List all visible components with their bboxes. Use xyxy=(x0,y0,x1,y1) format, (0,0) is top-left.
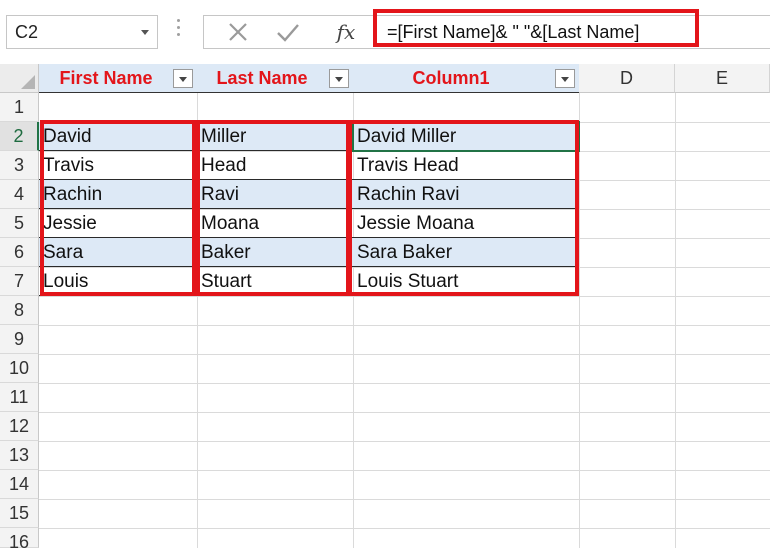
formula-bar-buttons: fx xyxy=(203,15,367,49)
row-header-16[interactable]: 16 xyxy=(0,528,39,548)
table-cell[interactable]: Rachin Ravi xyxy=(353,180,579,209)
select-all-corner[interactable] xyxy=(0,64,39,93)
row-header-1[interactable]: 1 xyxy=(0,93,39,122)
row-header-5[interactable]: 5 xyxy=(0,209,39,238)
table-header-last-name[interactable]: Last Name xyxy=(197,64,353,93)
table-cell[interactable]: Louis xyxy=(39,267,197,296)
table-cell[interactable]: Ravi xyxy=(197,180,353,209)
header-label: Last Name xyxy=(216,68,308,88)
row-header-2[interactable]: 2 xyxy=(0,122,39,151)
formula-bar-resize-handle[interactable] xyxy=(176,19,180,43)
table-cell[interactable]: Jessie Moana xyxy=(353,209,579,238)
row-header-10[interactable]: 10 xyxy=(0,354,39,383)
row-header-11[interactable]: 11 xyxy=(0,383,39,412)
table-cell[interactable]: David xyxy=(39,122,197,151)
table-header-first-name[interactable]: First Name xyxy=(39,64,197,93)
table-cell[interactable]: Louis Stuart xyxy=(353,267,579,296)
table-cell[interactable]: Baker xyxy=(197,238,353,267)
table-cell[interactable]: Miller xyxy=(197,122,353,151)
formula-input[interactable]: =[First Name]& " "&[Last Name] xyxy=(367,15,770,49)
spreadsheet-grid[interactable]: A B C D E 1 2 3 4 5 6 7 8 9 10 11 12 13 … xyxy=(0,64,770,548)
table-cell[interactable]: Stuart xyxy=(197,267,353,296)
table-cell[interactable]: Moana xyxy=(197,209,353,238)
row-header-4[interactable]: 4 xyxy=(0,180,39,209)
table-cell[interactable]: Jessie xyxy=(39,209,197,238)
row-header-3[interactable]: 3 xyxy=(0,151,39,180)
table-cell[interactable]: Sara xyxy=(39,238,197,267)
check-icon[interactable] xyxy=(268,16,308,48)
name-box[interactable]: C2 xyxy=(6,15,158,49)
header-label: First Name xyxy=(59,68,153,88)
table-cell[interactable]: Travis Head xyxy=(353,151,579,180)
row-header-14[interactable]: 14 xyxy=(0,470,39,499)
fx-icon[interactable]: fx xyxy=(328,16,364,48)
filter-dropdown-icon[interactable] xyxy=(555,69,575,88)
table-header-column1[interactable]: Column1 xyxy=(353,64,579,93)
row-header-13[interactable]: 13 xyxy=(0,441,39,470)
header-label: Column1 xyxy=(412,68,490,88)
name-box-value: C2 xyxy=(15,22,39,42)
row-header-15[interactable]: 15 xyxy=(0,499,39,528)
chevron-down-icon[interactable] xyxy=(141,30,149,35)
table-cell[interactable]: David Miller xyxy=(353,122,579,151)
table-cell[interactable]: Sara Baker xyxy=(353,238,579,267)
row-header-9[interactable]: 9 xyxy=(0,325,39,354)
column-header-e[interactable]: E xyxy=(675,64,770,93)
table-cell[interactable]: Rachin xyxy=(39,180,197,209)
row-header-6[interactable]: 6 xyxy=(0,238,39,267)
filter-dropdown-icon[interactable] xyxy=(329,69,349,88)
formula-text: =[First Name]& " "&[Last Name] xyxy=(387,22,640,42)
close-icon[interactable] xyxy=(218,16,258,48)
row-header-8[interactable]: 8 xyxy=(0,296,39,325)
row-header-7[interactable]: 7 xyxy=(0,267,39,296)
filter-dropdown-icon[interactable] xyxy=(173,69,193,88)
row-header-12[interactable]: 12 xyxy=(0,412,39,441)
column-header-d[interactable]: D xyxy=(579,64,675,93)
table-cell[interactable]: Head xyxy=(197,151,353,180)
table-cell[interactable]: Travis xyxy=(39,151,197,180)
